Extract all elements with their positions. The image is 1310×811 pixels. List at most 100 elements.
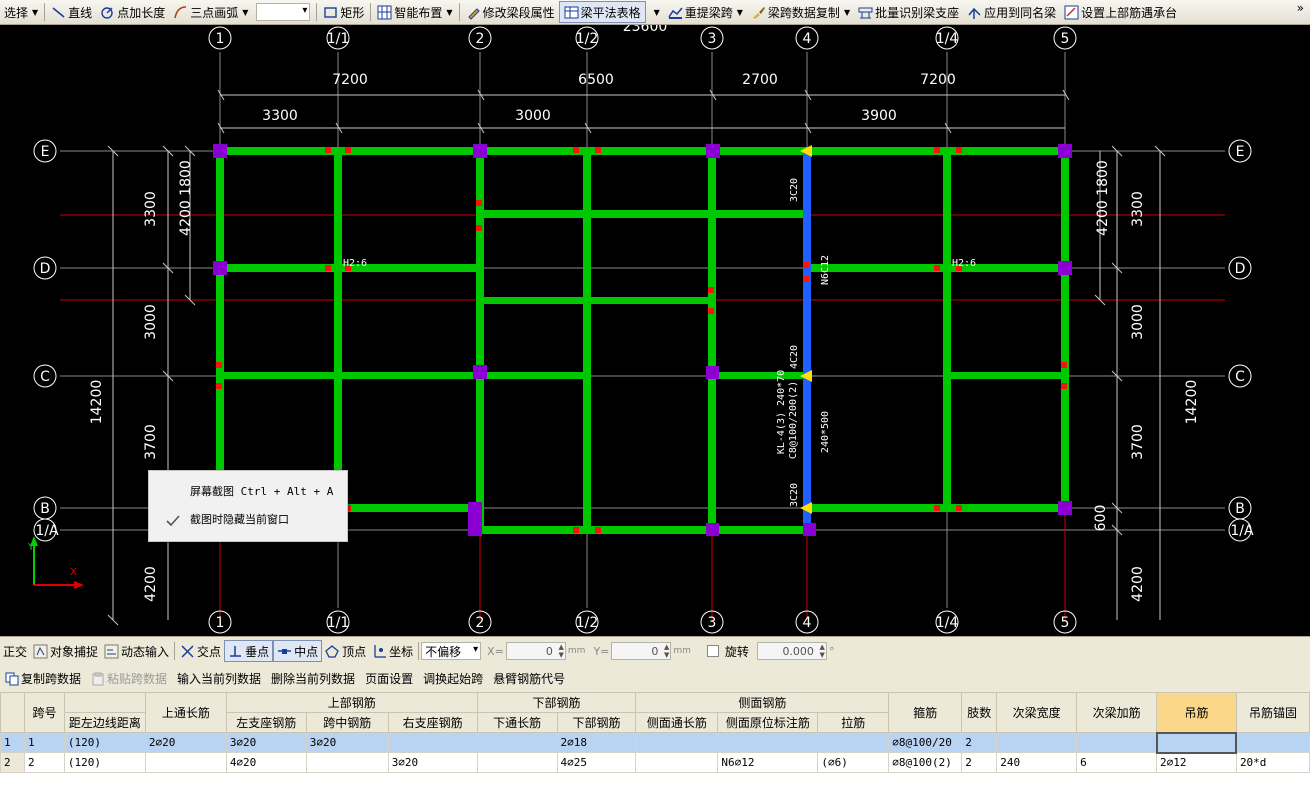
rotate-angle-input[interactable]: 0.000 ▲ ▼	[756, 642, 827, 660]
cell-sub-beam-width[interactable]	[996, 732, 1078, 753]
selected-beam-kl4[interactable]	[803, 151, 811, 526]
col-header-tie[interactable]: 拉筋	[817, 712, 890, 733]
set-top-rebar-support-button[interactable]: 设置上部筋遇承台	[1060, 1, 1181, 23]
beam-plan-grid[interactable]: 跨号 上通长筋 上部钢筋 下部钢筋 侧面钢筋 箍筋 肢数 次梁宽度 次梁加筋 吊…	[0, 692, 1310, 811]
beam-plan-table-button[interactable]: 梁平法表格	[558, 1, 646, 23]
cell-bottom-main[interactable]: 4⌀25	[556, 752, 637, 773]
cad-canvas[interactable]: 1 1/1 2 1/2 3 4 1/4 5 23600 1 1/1 2 1/2 …	[0, 25, 1310, 636]
cell-stirrup[interactable]: ⌀8@100/20	[888, 732, 963, 753]
spinner-icon[interactable]: ▲ ▼	[664, 643, 669, 659]
spinner-icon[interactable]: ▲ ▼	[820, 643, 825, 659]
cell-tie[interactable]	[817, 732, 890, 753]
cell-side-original[interactable]: N6⌀12	[717, 752, 819, 773]
col-header-sub-beam-add[interactable]: 次梁加筋	[1076, 692, 1158, 733]
vertex-snap-toggle[interactable]: 顶点	[322, 640, 369, 662]
smart-layout-dropdown[interactable]: 智能布置 ▼	[373, 1, 456, 23]
delete-column-data-button[interactable]: 删除当前列数据	[266, 670, 360, 687]
row-number[interactable]: 1	[0, 732, 25, 753]
select-dropdown[interactable]: 选择 ▼	[0, 1, 42, 23]
cell-edge-distance[interactable]: (120)	[63, 732, 146, 753]
ortho-toggle[interactable]: 正交	[0, 640, 30, 662]
cell-hanger[interactable]: 2⌀12	[1156, 752, 1237, 773]
col-header-mid-span[interactable]: 跨中钢筋	[305, 712, 389, 733]
cell-bottom-through[interactable]	[476, 752, 558, 773]
col-header-left-support[interactable]: 左支座钢筋	[225, 712, 307, 733]
osnap-toggle[interactable]: 对象捕捉	[30, 640, 101, 662]
cell-sub-beam-add[interactable]	[1076, 732, 1158, 753]
arc-mode-combo[interactable]	[256, 3, 311, 21]
menu-item-screenshot[interactable]: 屏幕截图 Ctrl + Alt + A	[149, 479, 347, 505]
three-point-arc-dropdown[interactable]: 三点画弧 ▼	[169, 1, 252, 23]
dynamic-input-toggle[interactable]: 动态输入	[101, 640, 172, 662]
re-extract-span-dropdown[interactable]: 重提梁跨 ▼	[664, 1, 747, 23]
cell-mid-span[interactable]	[305, 752, 389, 773]
cell-left-support[interactable]: 3⌀20	[225, 732, 307, 753]
cell-side-original[interactable]	[717, 732, 819, 753]
cell-top-through[interactable]	[144, 752, 227, 773]
apply-same-name-button[interactable]: 应用到同名梁	[963, 1, 1060, 23]
point-length-button[interactable]: 点加长度	[96, 1, 169, 23]
cell-hanger-anchor[interactable]: 20*d	[1235, 752, 1310, 773]
intersection-snap-toggle[interactable]: 交点	[177, 640, 224, 662]
table-row[interactable]: 1 1 (120) 2⌀20 3⌀20 3⌀20 2⌀18 ⌀8@100/20 …	[0, 731, 1310, 754]
col-header-hanger-anchor[interactable]: 吊筋锚固	[1235, 692, 1310, 733]
cell-top-through[interactable]: 2⌀20	[144, 732, 227, 753]
cell-hanger-active[interactable]	[1155, 731, 1238, 754]
line-button[interactable]: 直线	[47, 1, 96, 23]
x-offset-input[interactable]: 0 ▲ ▼	[505, 642, 566, 660]
rotate-checkbox[interactable]	[706, 645, 719, 657]
y-offset-input[interactable]: 0 ▲ ▼	[611, 642, 672, 660]
cell-mid-span[interactable]: 3⌀20	[305, 732, 389, 753]
col-header-right-support[interactable]: 右支座钢筋	[387, 712, 478, 733]
cell-side-through[interactable]	[635, 752, 719, 773]
cell-hanger-anchor[interactable]	[1235, 732, 1310, 753]
cell-right-support[interactable]	[387, 732, 478, 753]
cell-legs[interactable]: 2	[961, 732, 998, 753]
cell-legs[interactable]: 2	[961, 752, 998, 773]
col-header-hanger[interactable]: 吊筋	[1156, 692, 1237, 733]
cantilever-code-button[interactable]: 悬臂钢筋代号	[488, 670, 570, 687]
perpendicular-snap-toggle[interactable]: 垂点	[224, 640, 274, 662]
midpoint-snap-toggle[interactable]: 中点	[273, 640, 323, 662]
cell-bottom-through[interactable]	[476, 732, 558, 753]
cell-span-no[interactable]: 1	[23, 732, 65, 753]
col-header-span-no[interactable]: 跨号	[23, 692, 65, 733]
cell-span-no[interactable]: 2	[23, 752, 65, 773]
cell-stirrup[interactable]: ⌀8@100(2)	[888, 752, 963, 773]
offset-mode-select[interactable]: 不偏移	[421, 642, 482, 660]
modify-segment-attr-button[interactable]: 修改梁段属性	[462, 1, 559, 23]
page-setup-button[interactable]: 页面设置	[360, 670, 418, 687]
cell-bottom-main[interactable]: 2⌀18	[556, 732, 637, 753]
col-header-top-through[interactable]: 上通长筋	[144, 692, 227, 733]
rect-button[interactable]: 矩形	[319, 1, 368, 23]
swap-start-span-button[interactable]: 调换起始跨	[418, 670, 488, 687]
toolbar-overflow-icon[interactable]: »	[1297, 1, 1304, 15]
col-header-bottom-through[interactable]: 下通长筋	[476, 712, 558, 733]
input-column-data-button[interactable]: 输入当前列数据	[172, 670, 266, 687]
col-header-stirrup[interactable]: 箍筋	[888, 692, 963, 733]
span-data-copy-dropdown[interactable]: 梁跨数据复制 ▼	[747, 1, 854, 23]
beam-plan-table-menu[interactable]: ▼	[646, 1, 664, 23]
row-number[interactable]: 2	[0, 752, 25, 773]
col-header-side-original[interactable]: 侧面原位标注筋	[717, 712, 819, 733]
cell-edge-distance[interactable]: (120)	[63, 752, 146, 773]
table-row[interactable]: 2 2 (120) 4⌀20 3⌀20 4⌀25 N6⌀12 (⌀6) ⌀8@1…	[0, 752, 1310, 773]
copy-span-data-button[interactable]: 复制跨数据	[0, 670, 86, 687]
col-header-sub-beam-width[interactable]: 次梁宽度	[996, 692, 1078, 733]
col-header-bottom-main[interactable]: 下部钢筋	[556, 712, 637, 733]
col-header-edge-distance[interactable]: 距左边线距离	[63, 712, 146, 733]
cell-sub-beam-add[interactable]: 6	[1076, 752, 1158, 773]
col-header-legs[interactable]: 肢数	[961, 692, 998, 733]
coordinate-snap-toggle[interactable]: 坐标	[369, 640, 416, 662]
paste-span-data-button[interactable]: 粘贴跨数据	[86, 670, 172, 687]
spinner-icon[interactable]: ▲ ▼	[559, 643, 564, 659]
floor-plan-drawing[interactable]: 1 1/1 2 1/2 3 4 1/4 5 23600 1 1/1 2 1/2 …	[0, 25, 1310, 636]
cell-right-support[interactable]: 3⌀20	[387, 752, 478, 773]
cell-sub-beam-width[interactable]: 240	[996, 752, 1078, 773]
cell-left-support[interactable]: 4⌀20	[225, 752, 307, 773]
batch-identify-support-button[interactable]: 批量识别梁支座	[854, 1, 963, 23]
cell-tie[interactable]: (⌀6)	[817, 752, 890, 773]
cell-side-through[interactable]	[635, 732, 719, 753]
menu-item-hide-window[interactable]: 截图时隐藏当前窗口	[149, 507, 347, 533]
col-header-side-through[interactable]: 侧面通长筋	[635, 712, 719, 733]
